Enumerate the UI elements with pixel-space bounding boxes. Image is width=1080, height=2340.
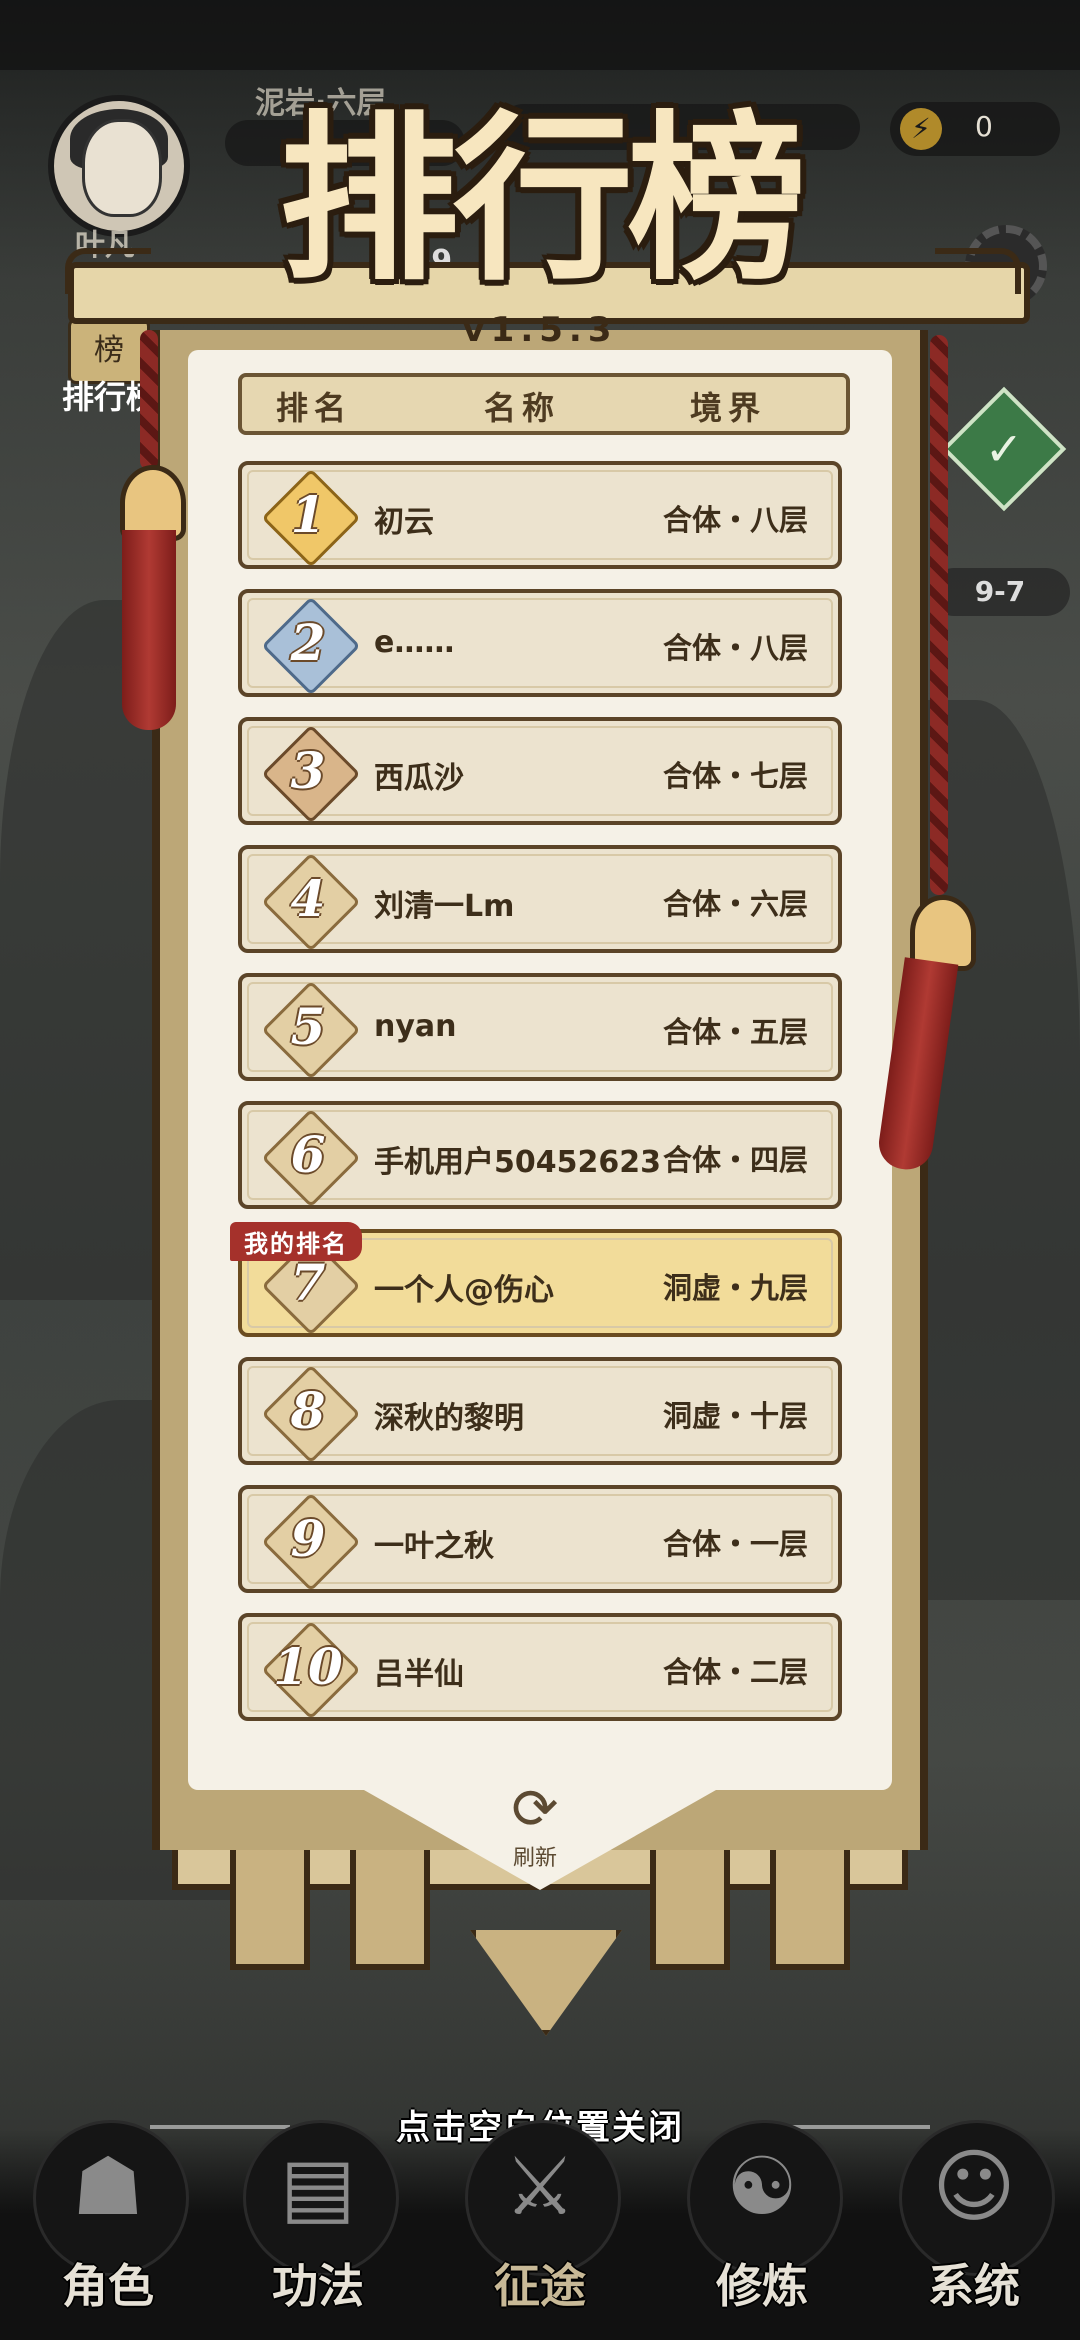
- table-row[interactable]: 5 nyan 合体・五层: [238, 973, 842, 1081]
- version-label: v1.5.3: [462, 310, 618, 350]
- energy-value: 0: [975, 110, 993, 143]
- rank-number: 3: [290, 741, 326, 800]
- system-icon: ☺: [932, 2140, 1016, 2233]
- rank-number: 9: [290, 1509, 326, 1568]
- rank-number: 5: [290, 997, 326, 1056]
- status-area: [0, 0, 1080, 70]
- realm-cell: 合体・五层: [662, 1015, 808, 1049]
- refresh-label: 刷新: [512, 1846, 557, 1871]
- table-row[interactable]: 9 一叶之秋 合体・一层: [238, 1485, 842, 1593]
- character-icon: ☗: [72, 2140, 144, 2233]
- rank-number: 2: [290, 613, 326, 672]
- sword-icon: ⚔: [504, 2140, 576, 2233]
- header-realm: 境界: [690, 389, 767, 427]
- player-name-cell: 吕半仙: [374, 1657, 464, 1692]
- realm-cell: 合体・四层: [662, 1143, 808, 1177]
- realm-cell: 合体・二层: [662, 1655, 808, 1689]
- page-title: 排行榜: [278, 94, 807, 305]
- table-row[interactable]: 2 e…… 合体・八层: [238, 589, 842, 697]
- nav-cultivate[interactable]: ☯ 修炼: [672, 2120, 852, 2340]
- header-name: 名称: [484, 389, 561, 427]
- scroll-book-icon: ▤: [280, 2140, 356, 2233]
- table-row[interactable]: 1 初云 合体・八层: [238, 461, 842, 569]
- player-name-cell: 手机用户50452623: [374, 1145, 661, 1180]
- nav-character[interactable]: ☗ 角色: [18, 2120, 198, 2340]
- rank-number: 8: [290, 1381, 326, 1440]
- rank-number: 4: [290, 869, 326, 928]
- refresh-icon: ⟳: [511, 1777, 559, 1842]
- realm-cell: 合体・八层: [662, 503, 808, 537]
- table-row[interactable]: 8 深秋的黎明 洞虚・十层: [238, 1357, 842, 1465]
- header-rank: 排名: [276, 389, 353, 427]
- nav-label: 功法: [272, 2259, 364, 2313]
- player-name-cell: 一叶之秋: [374, 1529, 494, 1564]
- table-row[interactable]: 10 吕半仙 合体・二层: [238, 1613, 842, 1721]
- check-badge-icon[interactable]: ✓: [941, 386, 1067, 512]
- rank-number: 1: [290, 485, 326, 544]
- lightning-icon: ⚡: [900, 108, 942, 150]
- crossbar-curl-right: [935, 248, 1021, 294]
- table-row[interactable]: 3 西瓜沙 合体・七层: [238, 717, 842, 825]
- meditation-icon: ☯: [726, 2140, 798, 2233]
- nav-journey[interactable]: ⚔ 征途: [450, 2120, 630, 2340]
- nav-label: 系统: [928, 2259, 1020, 2313]
- tassel-left: [122, 530, 176, 730]
- realm-cell: 合体・一层: [662, 1527, 808, 1561]
- player-name-cell: 初云: [374, 505, 434, 540]
- nav-label: 修炼: [716, 2259, 808, 2313]
- table-row[interactable]: 6 手机用户50452623 合体・四层: [238, 1101, 842, 1209]
- nav-system[interactable]: ☺ 系统: [884, 2120, 1064, 2340]
- stage-label-right: 9-7: [930, 568, 1070, 616]
- nav-label: 角色: [62, 2259, 154, 2313]
- rank-number: 10: [273, 1637, 343, 1696]
- realm-cell: 洞虚・十层: [662, 1399, 808, 1433]
- player-name-cell: 深秋的黎明: [374, 1401, 524, 1436]
- tassel-rope-left: [140, 330, 158, 470]
- table-row[interactable]: 4 刘清一Lm 合体・六层: [238, 845, 842, 953]
- player-name-cell: nyan: [374, 1009, 457, 1044]
- rank-number: 6: [290, 1125, 326, 1184]
- crossbar-curl-left: [65, 248, 151, 294]
- player-avatar[interactable]: [48, 95, 190, 237]
- tassel-rope-right: [930, 335, 948, 895]
- player-name-cell: e……: [374, 625, 455, 660]
- realm-cell: 洞虚・九层: [662, 1271, 808, 1305]
- player-name-cell: 一个人@伤心: [374, 1273, 554, 1308]
- player-name-cell: 刘清一Lm: [374, 889, 515, 924]
- refresh-button[interactable]: ⟳ 刷新: [500, 1780, 570, 1872]
- banner-tip: [470, 1930, 622, 2036]
- avatar-face: [82, 119, 162, 217]
- realm-cell: 合体・七层: [662, 759, 808, 793]
- nav-label: 征途: [494, 2259, 586, 2313]
- table-header: 排名 名称 境界: [238, 373, 850, 435]
- nav-skills[interactable]: ▤ 功法: [228, 2120, 408, 2340]
- realm-cell: 合体・八层: [662, 631, 808, 665]
- realm-cell: 合体・六层: [662, 887, 808, 921]
- my-rank-tag: 我的排名: [230, 1222, 362, 1261]
- player-name-cell: 西瓜沙: [374, 761, 464, 796]
